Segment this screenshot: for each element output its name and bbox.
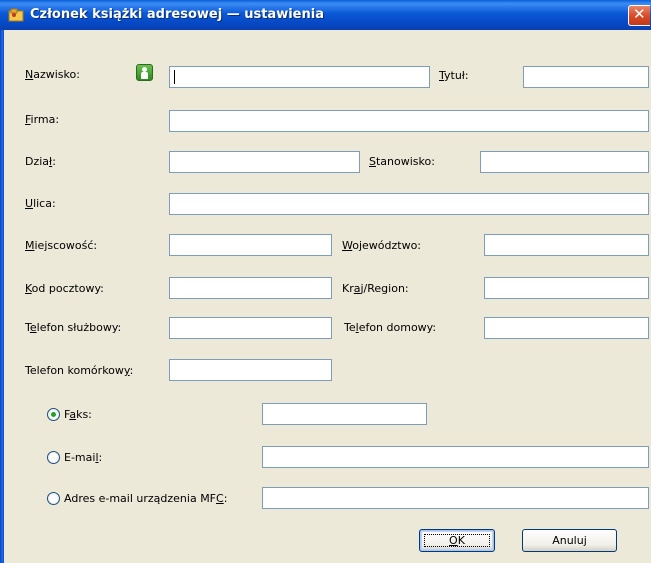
close-icon: ✕ xyxy=(633,5,646,23)
window-frame-left xyxy=(0,30,4,563)
radio-selected-dot xyxy=(51,412,56,417)
wojewodztwo-input[interactable] xyxy=(484,234,649,256)
tel-sluzbowy-input[interactable] xyxy=(169,317,332,339)
stanowisko-label: Stanowisko: xyxy=(369,155,435,168)
tel-komorkowy-label: Telefon komórkowy: xyxy=(25,364,134,377)
contact-icon[interactable] xyxy=(136,64,153,81)
mfc-radio[interactable] xyxy=(47,492,60,505)
dialog-window: Członek książki adresowej — ustawienia ✕… xyxy=(0,0,651,563)
faks-input[interactable] xyxy=(262,403,427,425)
text-caret xyxy=(174,70,175,84)
nazwisko-input[interactable] xyxy=(169,66,430,88)
tel-domowy-input[interactable] xyxy=(484,317,649,339)
dzial-label: Dział: xyxy=(25,155,56,168)
wojewodztwo-label: Województwo: xyxy=(342,239,422,252)
address-book-icon xyxy=(8,8,24,22)
focus-rect xyxy=(424,534,490,547)
mfc-input[interactable] xyxy=(262,487,649,509)
ok-button[interactable]: OK xyxy=(419,529,495,552)
kod-label: Kod pocztowy: xyxy=(25,282,104,295)
faks-radio[interactable] xyxy=(47,408,60,421)
email-input[interactable] xyxy=(262,446,649,468)
kraj-input[interactable] xyxy=(484,277,649,299)
nazwisko-label: Nazwisko: xyxy=(25,68,80,81)
firma-label: Firma: xyxy=(25,113,60,126)
close-button[interactable]: ✕ xyxy=(628,5,650,26)
tel-komorkowy-input[interactable] xyxy=(169,359,332,381)
miejscowosc-label: Miejscowość: xyxy=(25,239,98,252)
tytul-input[interactable] xyxy=(523,66,649,88)
ulica-label: Ulica: xyxy=(25,197,56,210)
kod-input[interactable] xyxy=(169,277,332,299)
stanowisko-input[interactable] xyxy=(480,151,649,173)
dzial-input[interactable] xyxy=(169,151,360,173)
mfc-label[interactable]: Adres e-mail urządzenia MFC: xyxy=(64,492,227,505)
kraj-label: Kraj/Region: xyxy=(342,282,409,295)
tytul-label: Tytuł: xyxy=(439,69,469,82)
tel-domowy-label: Telefon domowy: xyxy=(344,321,437,334)
title-bar[interactable]: Członek książki adresowej — ustawienia ✕ xyxy=(0,0,651,30)
window-title: Członek książki adresowej — ustawienia xyxy=(30,7,324,22)
email-label[interactable]: E-mail: xyxy=(64,451,102,464)
faks-label[interactable]: Faks: xyxy=(64,408,92,421)
miejscowosc-input[interactable] xyxy=(169,234,332,256)
ulica-input[interactable] xyxy=(169,193,649,215)
firma-input[interactable] xyxy=(169,110,649,132)
email-radio[interactable] xyxy=(47,451,60,464)
cancel-button[interactable]: Anuluj xyxy=(522,529,617,552)
tel-sluzbowy-label: Telefon służbowy: xyxy=(25,321,122,334)
